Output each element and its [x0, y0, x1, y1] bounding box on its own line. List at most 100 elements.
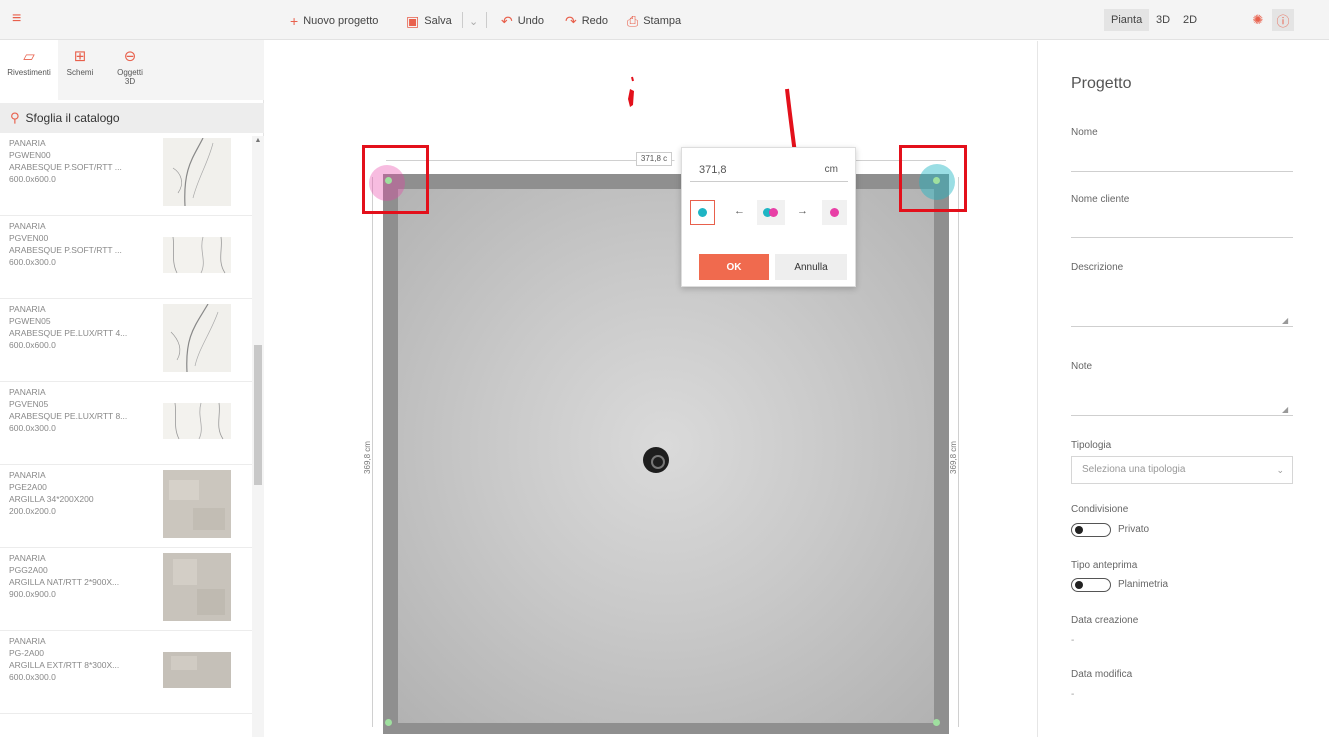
dimension-input[interactable]: 371,8 cm	[690, 158, 848, 182]
scrollbar-thumb[interactable]	[254, 345, 262, 485]
description-field[interactable]	[1071, 326, 1293, 327]
product-brand: PANARIA	[9, 636, 46, 646]
preview-type-toggle[interactable]	[1071, 578, 1111, 592]
top-dimension-label[interactable]: 371,8 c	[636, 152, 672, 166]
product-code: PG-2A00	[9, 648, 44, 658]
corner-point[interactable]	[933, 719, 940, 726]
description-label: Descrizione	[1071, 262, 1124, 273]
floppy-icon: ▣	[406, 13, 420, 29]
list-item[interactable]: PANARIA PGWEN00 ARABESQUE P.SOFT/RTT ...…	[0, 136, 252, 216]
print-button[interactable]: ⎙ Stampa	[627, 12, 681, 30]
scroll-up-arrow-icon[interactable]: ▲	[253, 137, 263, 145]
product-size: 600.0x300.0	[9, 423, 56, 433]
product-size: 600.0x600.0	[9, 340, 56, 350]
sharing-value: Privato	[1118, 524, 1150, 535]
product-thumbnail	[163, 553, 231, 621]
name-label: Nome	[1071, 127, 1098, 138]
resize-handle-icon[interactable]: ◢	[1282, 316, 1288, 325]
sharing-label: Condivisione	[1071, 504, 1129, 515]
anchor-magenta-button[interactable]	[822, 200, 847, 225]
type-select[interactable]: Seleziona una tipologia ⌄	[1071, 456, 1293, 484]
created-date-label: Data creazione	[1071, 615, 1139, 626]
product-brand: PANARIA	[9, 553, 46, 563]
anchor-both-button[interactable]	[757, 200, 785, 225]
product-brand: PANARIA	[9, 470, 46, 480]
product-size: 600.0x600.0	[9, 174, 56, 184]
product-name: ARABESQUE PE.LUX/RTT 4...	[9, 328, 128, 338]
arrow-right-icon: →	[797, 205, 808, 217]
name-field[interactable]	[1071, 171, 1293, 172]
annotation-box-left-corner	[362, 145, 429, 214]
product-size: 900.0x900.0	[9, 589, 56, 599]
settings-gear-icon[interactable]: ✺	[1247, 9, 1269, 31]
left-dimension-line	[372, 177, 373, 727]
hamburger-menu-icon[interactable]: ≡	[12, 11, 28, 27]
tab-2d[interactable]: 2D	[1176, 9, 1204, 31]
cancel-button[interactable]: Annulla	[775, 254, 847, 280]
list-item[interactable]: PANARIA PGE2A00 ARGILLA 34*200X200 200.0…	[0, 465, 252, 548]
plus-icon: +	[290, 13, 299, 29]
list-item[interactable]: PANARIA PGVEN05 ARABESQUE PE.LUX/RTT 8..…	[0, 382, 252, 465]
tab-label: Oggetti 3D	[117, 68, 143, 86]
new-project-button[interactable]: + Nuovo progetto	[290, 12, 378, 30]
list-item[interactable]: PANARIA PGG2A00 ARGILLA NAT/RTT 2*900X..…	[0, 548, 252, 631]
tab-oggetti-3d[interactable]: ⊖ Oggetti 3D	[110, 40, 150, 100]
notes-label: Note	[1071, 361, 1093, 372]
sharing-toggle[interactable]	[1071, 523, 1111, 537]
tile-icon: ▱	[23, 48, 35, 65]
created-date-value: -	[1071, 635, 1075, 646]
product-name: ARABESQUE PE.LUX/RTT 8...	[9, 411, 128, 421]
product-text: PANARIA PGE2A00 ARGILLA 34*200X200 200.0…	[9, 469, 159, 517]
tab-label: Schemi	[66, 68, 94, 77]
corner-point[interactable]	[385, 719, 392, 726]
info-icon[interactable]: ⓘ	[1272, 9, 1294, 31]
product-code: PGE2A00	[9, 482, 47, 492]
redo-icon: ↷	[565, 13, 577, 29]
product-brand: PANARIA	[9, 221, 46, 231]
modified-date-value: -	[1071, 689, 1075, 700]
save-dropdown-chevron-icon[interactable]: ⌄	[469, 12, 478, 30]
redo-button[interactable]: ↷ Redo	[565, 12, 608, 30]
browse-catalog-button[interactable]: ⚲ Sfoglia il catalogo	[0, 103, 264, 133]
product-code: PGG2A00	[9, 565, 48, 575]
notes-field[interactable]	[1071, 415, 1293, 416]
panel-title: Progetto	[1071, 75, 1132, 92]
product-text: PANARIA PGVEN00 ARABESQUE P.SOFT/RTT ...…	[9, 220, 159, 268]
floor-plan-canvas[interactable]: 369,8 cm 369,8 cm 371,8 c 371,8 cm ← → O…	[265, 41, 1036, 737]
product-name: ARGILLA NAT/RTT 2*900X...	[9, 577, 120, 587]
product-text: PANARIA PGVEN05 ARABESQUE PE.LUX/RTT 8..…	[9, 386, 159, 434]
right-dimension-line	[958, 177, 959, 727]
product-brand: PANARIA	[9, 387, 46, 397]
list-item[interactable]: PANARIA PG-2A00 ARGILLA EXT/RTT 8*300X..…	[0, 631, 252, 714]
product-thumbnail	[163, 470, 231, 538]
dimension-edit-popup: 371,8 cm ← → OK Annulla	[681, 147, 856, 287]
dimension-unit: cm	[824, 164, 838, 175]
product-thumbnail	[163, 236, 231, 274]
arrow-left-icon: ←	[734, 205, 745, 217]
preview-type-label: Tipo anteprima	[1071, 560, 1138, 571]
anchor-cyan-button[interactable]	[690, 200, 715, 225]
room-center-marker-icon[interactable]	[643, 447, 669, 473]
toolbar-divider	[486, 12, 487, 28]
resize-handle-icon[interactable]: ◢	[1282, 405, 1288, 414]
save-button[interactable]: ▣ Salva	[406, 12, 452, 30]
preview-type-value: Planimetria	[1118, 579, 1169, 590]
product-name: ARGILLA 34*200X200	[9, 494, 94, 504]
tab-rivestimenti[interactable]: ▱ Rivestimenti	[0, 40, 58, 100]
annotation-scribble	[628, 76, 634, 107]
popup-pointer	[673, 154, 681, 170]
tab-pianta[interactable]: Pianta	[1104, 9, 1150, 31]
modified-date-label: Data modifica	[1071, 669, 1133, 680]
list-item[interactable]: PANARIA PGWEN05 ARABESQUE PE.LUX/RTT 4..…	[0, 299, 252, 382]
tab-schemi[interactable]: ⊞ Schemi	[58, 40, 102, 100]
client-name-field[interactable]	[1071, 237, 1293, 238]
tab-3d[interactable]: 3D	[1149, 9, 1177, 31]
list-item[interactable]: PANARIA PGVEN00 ARABESQUE P.SOFT/RTT ...…	[0, 216, 252, 299]
undo-icon: ↶	[501, 13, 513, 29]
type-label: Tipologia	[1071, 440, 1112, 451]
ok-button[interactable]: OK	[699, 254, 769, 280]
save-label: Salva	[424, 15, 452, 27]
undo-button[interactable]: ↶ Undo	[501, 12, 544, 30]
product-brand: PANARIA	[9, 138, 46, 148]
search-icon: ⚲	[10, 110, 20, 125]
